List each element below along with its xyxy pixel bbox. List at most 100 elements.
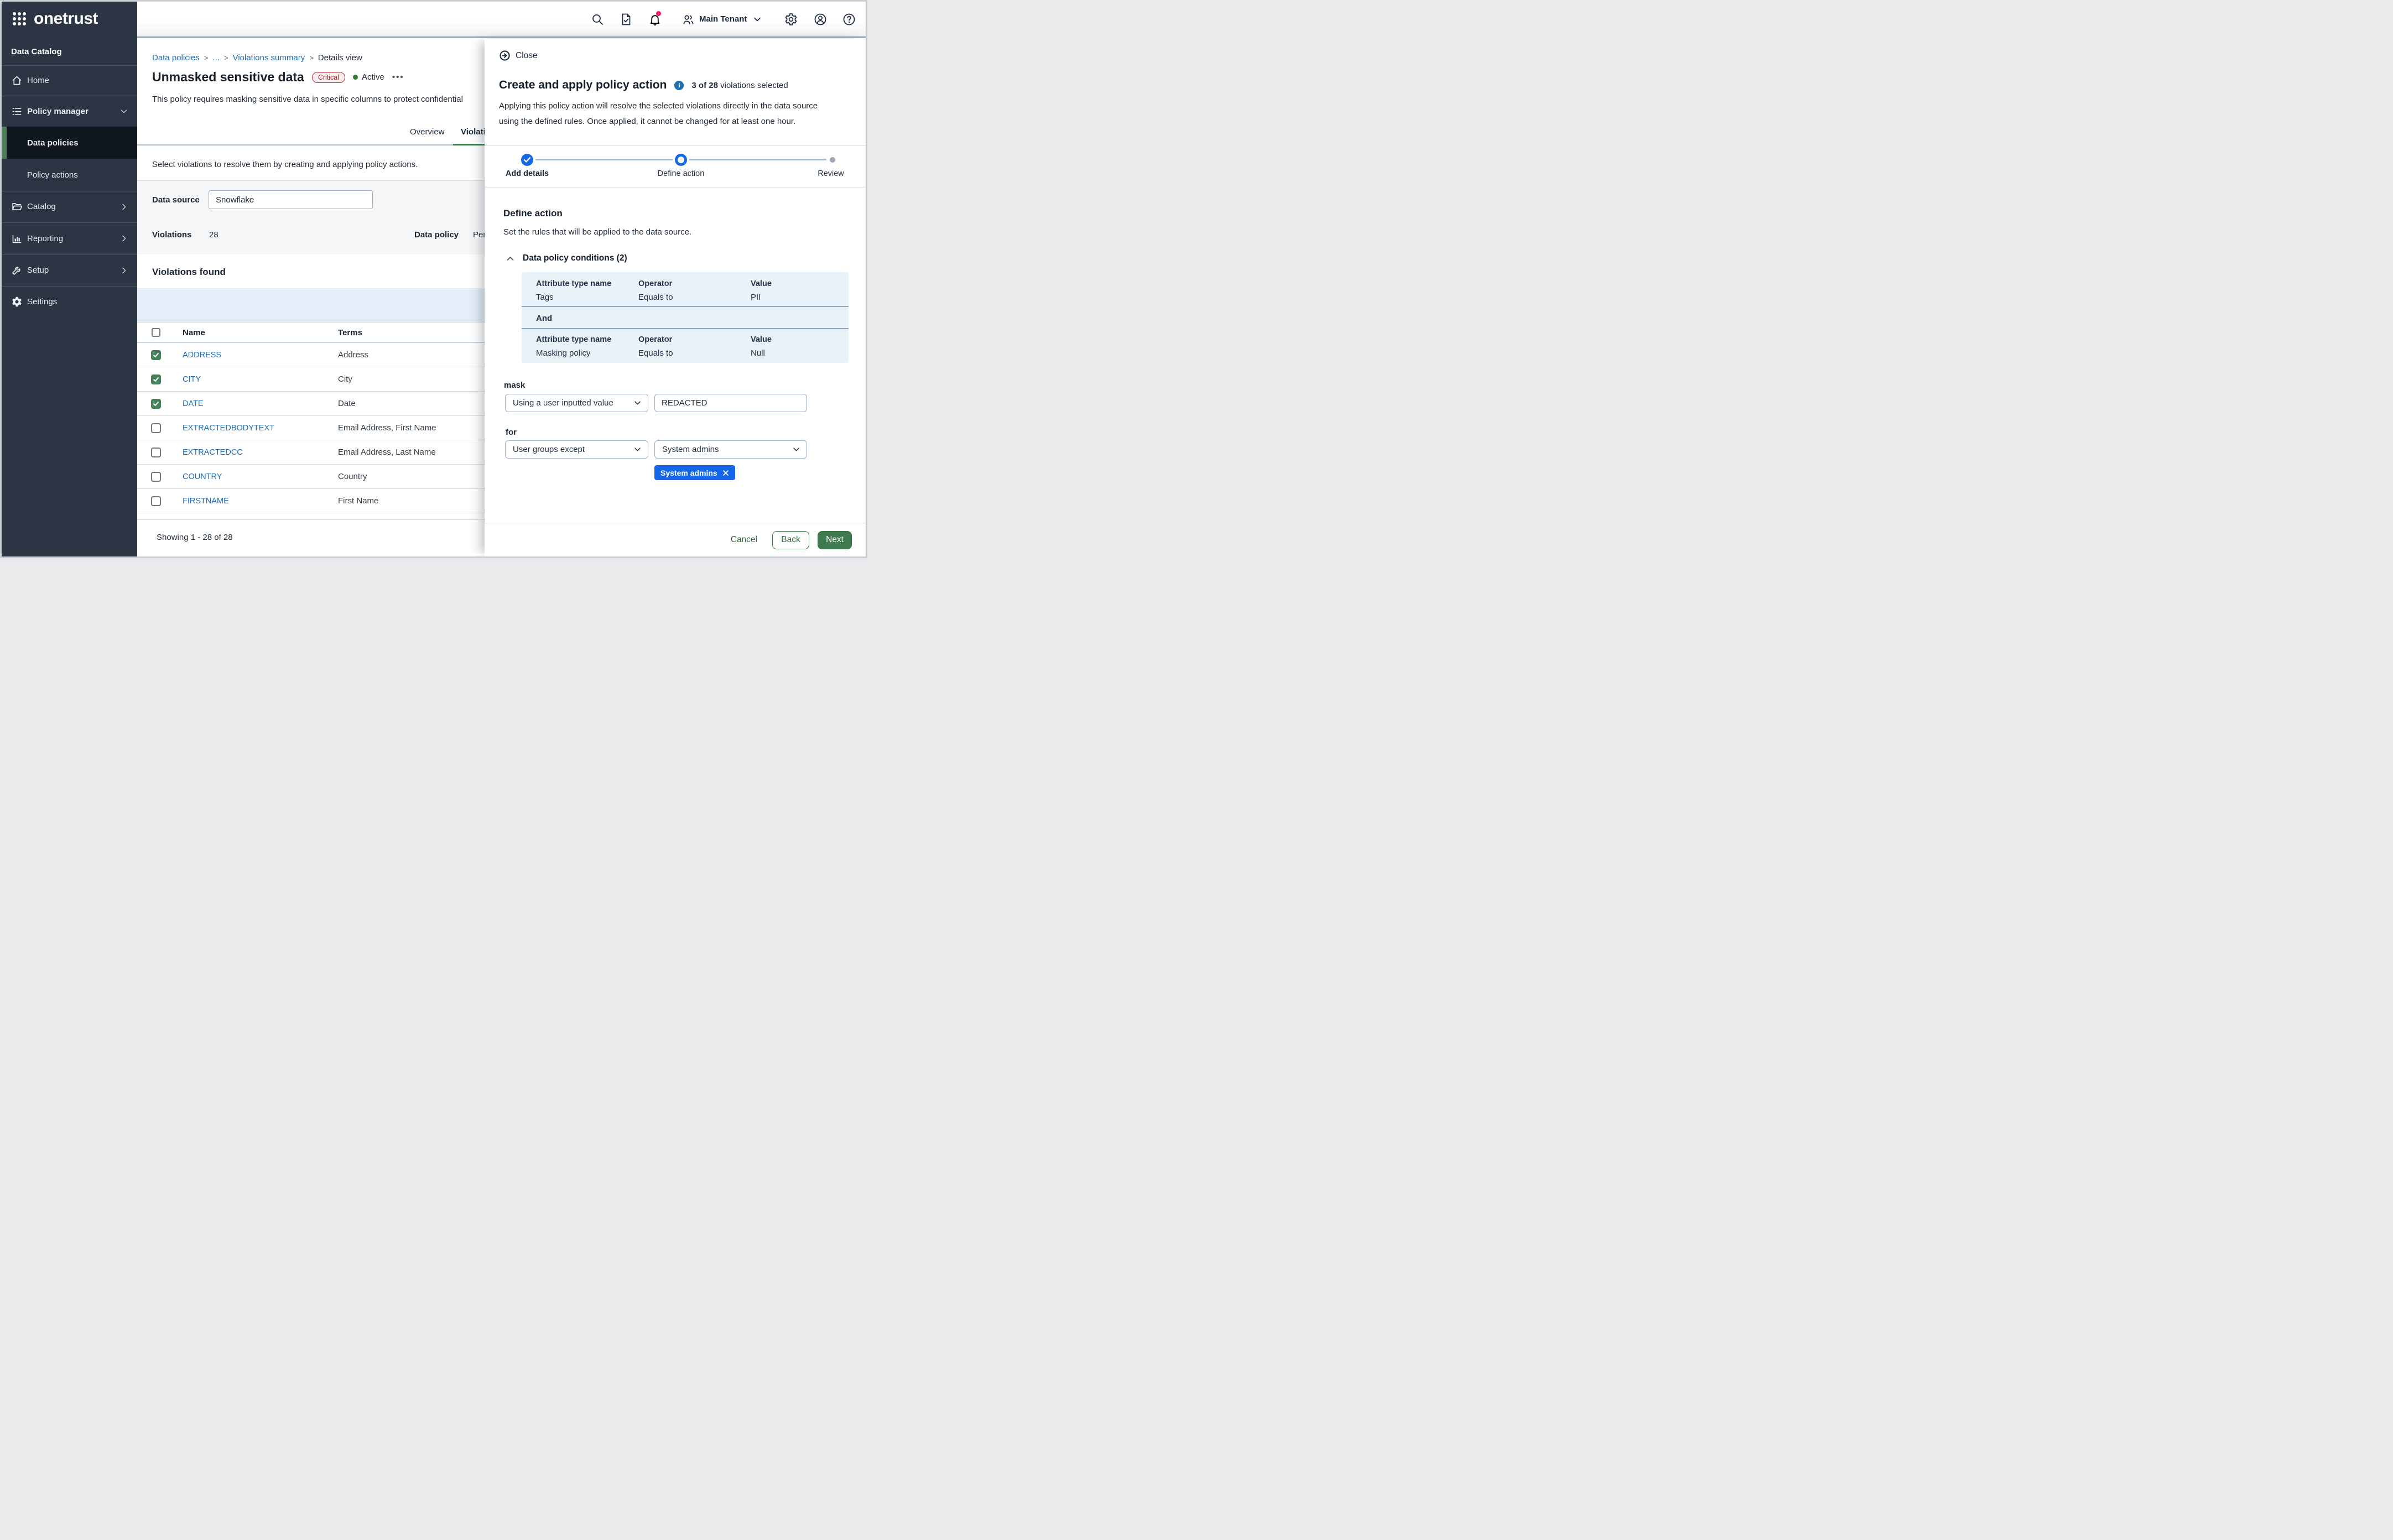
selected-group-chip[interactable]: System admins <box>654 465 735 480</box>
row-checkbox[interactable] <box>151 350 161 360</box>
breadcrumb-link[interactable]: Data policies <box>152 53 200 63</box>
mask-method-select[interactable]: Using a user inputted value <box>505 394 648 412</box>
sidebar-item-reporting[interactable]: Reporting <box>2 222 137 254</box>
tenant-label[interactable]: Main Tenant <box>699 14 747 24</box>
stepper-connector <box>535 159 673 160</box>
chevron-down-icon <box>792 445 800 454</box>
cond-value: Null <box>751 348 765 358</box>
conditions-title: Data policy conditions (2) <box>523 253 627 263</box>
document-check-icon[interactable] <box>620 13 633 26</box>
page-title: Unmasked sensitive data <box>152 70 304 85</box>
mask-value-input[interactable]: REDACTED <box>654 394 807 412</box>
sidebar-item-settings[interactable]: Settings <box>2 286 137 318</box>
violation-name-link[interactable]: COUNTRY <box>183 472 222 481</box>
divider <box>485 187 866 188</box>
sidebar-item-home[interactable]: Home <box>2 65 137 96</box>
description-line: using the defined rules. Once applied, i… <box>499 114 842 129</box>
gear-icon <box>11 296 23 308</box>
drawer-title: Create and apply policy action <box>499 79 667 92</box>
tenant-switcher[interactable] <box>682 13 695 29</box>
sidebar-item-policy-actions[interactable]: Policy actions <box>2 159 137 191</box>
description-line: Applying this policy action will resolve… <box>499 98 842 114</box>
violations-count-value: 28 <box>209 230 219 240</box>
policy-description: This policy requires masking sensitive d… <box>152 95 463 104</box>
data-source-label: Data source <box>152 195 200 205</box>
row-checkbox[interactable] <box>151 374 161 384</box>
for-method-select[interactable]: User groups except <box>505 440 648 459</box>
row-checkbox[interactable] <box>151 399 161 409</box>
back-button[interactable]: Back <box>772 531 809 549</box>
selection-summary: 3 of 28 violations selected <box>691 81 788 90</box>
brand-wordmark: onetrust <box>34 9 98 28</box>
notification-badge <box>656 11 661 16</box>
violations-found-title: Violations found <box>152 267 226 278</box>
drawer-footer: Cancel Back Next <box>485 523 866 556</box>
divider <box>522 306 849 307</box>
cond-header-operator: Operator <box>638 279 672 288</box>
cancel-button[interactable]: Cancel <box>731 535 757 545</box>
cond-header-attribute: Attribute type name <box>536 335 611 344</box>
violation-name-link[interactable]: CITY <box>183 375 201 384</box>
breadcrumb-link[interactable]: Violations summary <box>233 53 305 63</box>
chevron-down-icon[interactable] <box>752 14 762 24</box>
folder-icon <box>11 201 23 212</box>
chevron-right-icon <box>119 234 128 243</box>
chevron-right-icon <box>119 266 128 275</box>
breadcrumb-link[interactable]: ... <box>212 53 220 63</box>
row-checkbox[interactable] <box>151 448 161 457</box>
step-current-icon <box>675 154 687 166</box>
sidebar-item-data-policies[interactable]: Data policies <box>2 127 137 159</box>
sidebar-item-catalog[interactable]: Catalog <box>2 191 137 222</box>
violation-name-link[interactable]: EXTRACTEDBODYTEXT <box>183 424 274 433</box>
pagination-summary: Showing 1 - 28 of 28 <box>157 533 233 542</box>
chevron-up-icon <box>506 254 515 263</box>
row-checkbox[interactable] <box>151 496 161 506</box>
tab-overview[interactable]: Overview <box>410 127 445 137</box>
chevron-down-icon <box>633 445 642 454</box>
app-window: onetrust Data Catalog Home Policy manage… <box>0 0 867 558</box>
divider <box>522 328 849 329</box>
data-source-value: Snowflake <box>216 195 254 205</box>
sidebar-item-setup[interactable]: Setup <box>2 254 137 286</box>
sidebar-item-label: Reporting <box>27 234 63 243</box>
breadcrumb-current: Details view <box>318 53 362 63</box>
violation-terms: Address <box>338 350 368 360</box>
violation-name-link[interactable]: DATE <box>183 399 204 408</box>
violation-name-link[interactable]: FIRSTNAME <box>183 497 229 506</box>
status-dot-icon <box>353 75 358 80</box>
select-all-checkbox[interactable] <box>152 328 160 337</box>
settings-gear-icon[interactable] <box>784 13 798 26</box>
for-groups-select[interactable]: System admins <box>654 440 807 459</box>
search-icon[interactable] <box>591 13 604 26</box>
step-upcoming-icon <box>830 157 835 163</box>
chevron-down-icon <box>633 399 642 407</box>
violation-terms: Email Address, Last Name <box>338 448 436 457</box>
violation-terms: City <box>338 374 352 384</box>
drawer-description: Applying this policy action will resolve… <box>499 98 842 129</box>
violation-name-link[interactable]: ADDRESS <box>183 351 221 360</box>
violation-name-link[interactable]: EXTRACTEDCC <box>183 448 243 457</box>
data-source-input[interactable]: Snowflake <box>209 190 373 209</box>
tenant-people-icon <box>682 13 695 26</box>
notifications-button[interactable] <box>648 13 662 29</box>
conditions-panel: Attribute type name Operator Value Tags … <box>522 272 849 363</box>
violations-count-label: Violations <box>152 230 191 240</box>
sidebar-item-label: Policy manager <box>27 107 89 116</box>
more-menu-button[interactable]: ••• <box>392 72 404 82</box>
help-icon[interactable] <box>842 13 856 26</box>
row-checkbox[interactable] <box>151 472 161 482</box>
brand: onetrust <box>13 9 98 28</box>
violation-terms: First Name <box>338 496 378 506</box>
violation-terms: Country <box>338 472 367 481</box>
remove-chip-icon[interactable] <box>722 470 729 476</box>
active-indicator-bar <box>2 127 7 159</box>
row-checkbox[interactable] <box>151 423 161 433</box>
account-icon[interactable] <box>814 13 827 26</box>
selection-rest: violations selected <box>720 81 788 90</box>
breadcrumb-separator: > <box>309 54 314 62</box>
conditions-collapse-toggle[interactable]: Data policy conditions (2) <box>506 253 627 263</box>
close-button[interactable]: Close <box>499 50 538 61</box>
next-button[interactable]: Next <box>818 531 852 549</box>
sidebar-item-policy-manager[interactable]: Policy manager <box>2 96 137 127</box>
cond-value: PII <box>751 293 761 302</box>
